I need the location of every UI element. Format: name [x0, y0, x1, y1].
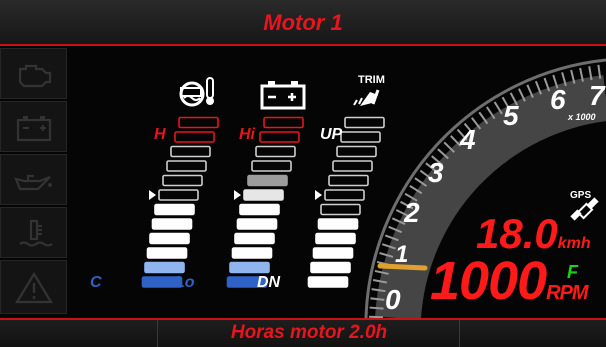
temperature-segment	[151, 218, 193, 230]
engine-hours: Horas motor 2.0h	[230, 322, 388, 343]
tach-tick-0: 0	[385, 284, 401, 315]
footer-segment-left[interactable]	[0, 320, 158, 347]
tach-tick-5: 5	[503, 100, 519, 131]
voltage-segment	[236, 218, 278, 230]
temperature-segment	[158, 189, 199, 201]
rpm-readout: 1000RPM	[430, 250, 589, 312]
voltage-segment	[239, 203, 280, 216]
tach-tick-7: 7	[589, 80, 605, 111]
tach-tick-2: 2	[404, 197, 420, 228]
dashboard-screen: Motor 1 0 1 2 3 4 5 6 7 x 1000 H Hi UP C…	[0, 0, 606, 347]
voltage-segment	[263, 116, 304, 129]
voltage-segment	[259, 131, 300, 143]
trim-segment	[336, 145, 377, 158]
trim-segment	[310, 261, 351, 274]
temperature-segment	[174, 131, 215, 143]
gear-indicator: F	[567, 262, 578, 282]
temperature-segment	[154, 203, 195, 216]
temperature-segment	[144, 261, 185, 274]
temperature-segment	[178, 116, 219, 129]
trim-segment	[340, 131, 381, 143]
rpm-value: 1000	[430, 251, 547, 311]
trim-icon	[353, 89, 380, 106]
trim-pointer	[315, 190, 322, 200]
tach-tick-6: 6	[550, 84, 566, 115]
engine-temp-icon	[179, 77, 214, 107]
voltage-segment	[243, 189, 284, 201]
battery-icon	[260, 81, 306, 110]
voltage-segment	[234, 232, 275, 245]
temp-high-label: H	[154, 126, 166, 143]
tach-tick-1: 1	[395, 241, 409, 268]
temperature-segment	[166, 160, 207, 172]
voltage-segment	[251, 160, 292, 172]
trim-segment	[324, 189, 365, 201]
gps-label: GPS	[570, 190, 592, 201]
tach-tick-4: 4	[460, 124, 476, 155]
trim-up-label: UP	[320, 126, 343, 143]
trim-label: TRIM	[358, 74, 385, 86]
volt-low-label: Lo	[175, 274, 195, 291]
trim-segment	[328, 174, 369, 187]
trim-segment	[332, 160, 373, 172]
level-pointers	[149, 190, 322, 200]
trim-down-label: DN	[257, 274, 281, 291]
temperature-pointer	[149, 190, 156, 200]
rpm-multiplier: x 1000	[568, 112, 596, 122]
voltage-pointer	[234, 190, 241, 200]
temperature-segment	[162, 174, 203, 187]
voltage-segment	[231, 247, 273, 259]
temperature-segment	[170, 145, 211, 158]
volt-high-label: Hi	[239, 126, 255, 143]
trim-segment	[315, 232, 356, 245]
voltage-segment	[255, 145, 296, 158]
footer-bar: Horas motor 2.0h	[0, 318, 606, 347]
voltage-segment	[229, 261, 270, 274]
voltage-segment	[247, 174, 288, 187]
trim-segment	[320, 203, 361, 216]
trim-segment	[312, 247, 354, 259]
trim-segment	[317, 218, 359, 230]
temperature-segment	[146, 247, 188, 259]
bar-gauges	[141, 116, 385, 288]
temperature-segment	[149, 232, 190, 245]
trim-segment	[344, 116, 385, 129]
trim-segment	[307, 276, 349, 288]
rpm-unit: RPM	[546, 282, 588, 304]
tach-tick-3: 3	[428, 157, 444, 188]
temp-low-label: C	[90, 274, 102, 291]
